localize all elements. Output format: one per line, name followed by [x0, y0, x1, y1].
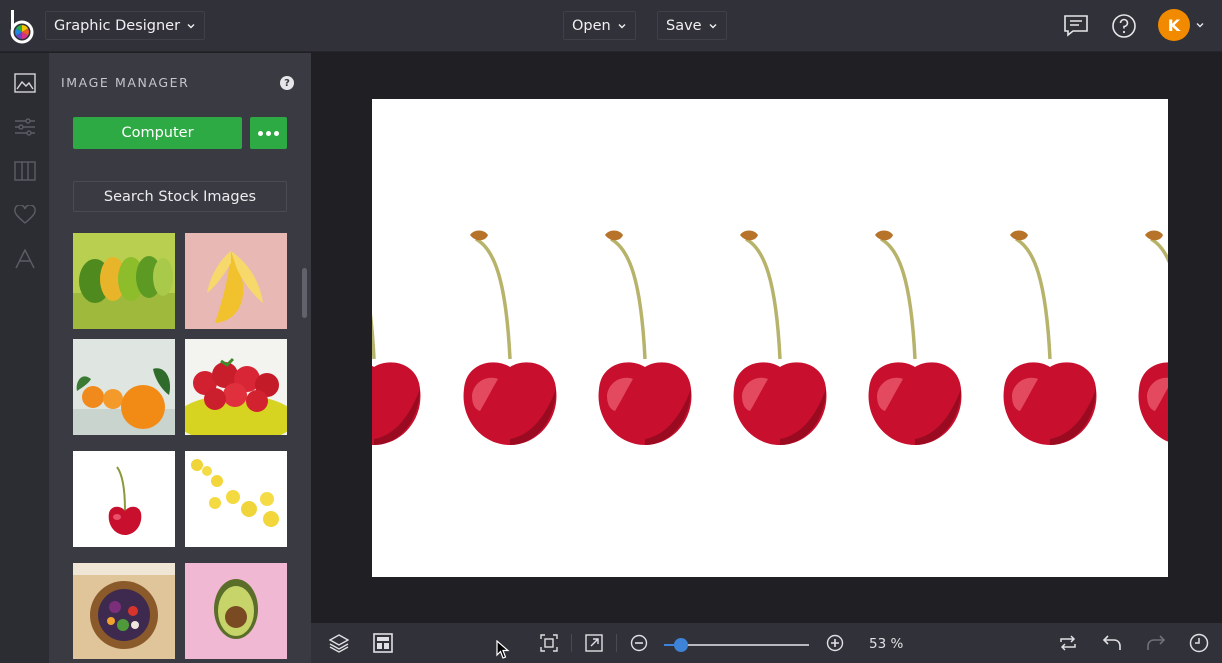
tool-rail: [0, 53, 49, 663]
search-stock-images-button[interactable]: Search Stock Images: [73, 181, 287, 212]
open-button[interactable]: Open: [563, 11, 636, 40]
design-canvas[interactable]: [372, 99, 1168, 577]
top-bar: Graphic Designer Open Save K: [0, 0, 1222, 52]
toolbar-divider: [571, 634, 572, 652]
chevron-down-icon: [709, 23, 717, 28]
layers-icon[interactable]: [328, 632, 350, 654]
image-manager-panel: IMAGE MANAGER ? Computer Search Stock Im…: [49, 53, 311, 663]
dot-icon: [258, 130, 263, 136]
panel-title: IMAGE MANAGER: [61, 75, 190, 90]
history-icon[interactable]: [1188, 632, 1210, 654]
thumbnail-oranges[interactable]: [73, 339, 175, 435]
mode-select[interactable]: Graphic Designer: [45, 11, 206, 40]
thumbnail-banana[interactable]: [185, 233, 287, 329]
app-logo[interactable]: [7, 8, 37, 44]
avatar-initial: K: [1167, 15, 1181, 35]
redo-icon[interactable]: [1145, 632, 1167, 654]
thumbnail-lemons[interactable]: [185, 451, 287, 547]
rail-item-graphics[interactable]: [0, 193, 49, 237]
rail-item-image-manager[interactable]: [0, 61, 49, 105]
thumbnail-strawberries[interactable]: [185, 339, 287, 435]
chevron-down-icon[interactable]: [1195, 20, 1205, 30]
expand-icon[interactable]: [583, 632, 605, 654]
columns-icon: [13, 161, 36, 181]
open-button-label: Open: [572, 17, 611, 34]
dot-icon: [266, 130, 271, 136]
chat-icon[interactable]: [1061, 11, 1091, 41]
help-icon[interactable]: [1109, 11, 1139, 41]
rail-item-adjust[interactable]: [0, 105, 49, 149]
bottom-toolbar: 53 %: [311, 623, 1222, 663]
computer-button-label: Computer: [121, 125, 194, 141]
cherry-graphic: [866, 228, 964, 447]
thumbnail-limes[interactable]: [73, 233, 175, 329]
cherry-pattern: [372, 228, 1168, 447]
undo-icon[interactable]: [1101, 632, 1123, 654]
cherry-graphic: [1001, 228, 1099, 447]
cherry-graphic: [596, 228, 694, 447]
help-badge-label: ?: [284, 77, 290, 89]
zoom-percentage: 53 %: [869, 636, 904, 652]
thumbnail-salad-bowl[interactable]: [73, 563, 175, 659]
question-icon[interactable]: ?: [280, 76, 294, 90]
sliders-icon: [14, 118, 35, 136]
cherry-graphic: [731, 228, 829, 447]
zoom-in-icon[interactable]: [824, 632, 846, 654]
panel-scrollbar[interactable]: [302, 268, 307, 318]
thumbnail-avocado[interactable]: [185, 563, 287, 659]
more-sources-button[interactable]: [250, 117, 287, 149]
text-icon: [14, 249, 35, 269]
cherry-graphic: [1136, 228, 1168, 447]
template-layout-icon[interactable]: [372, 632, 394, 654]
dot-icon: [274, 130, 279, 136]
toolbar-divider: [616, 634, 617, 652]
thumbnail-cherry[interactable]: [73, 451, 175, 547]
search-stock-label: Search Stock Images: [103, 188, 257, 205]
rail-item-layouts[interactable]: [0, 149, 49, 193]
fit-to-screen-icon[interactable]: [538, 632, 560, 654]
cherry-graphic: [372, 228, 423, 447]
mode-select-label: Graphic Designer: [54, 17, 181, 34]
rail-item-text[interactable]: [0, 237, 49, 281]
chevron-down-icon: [618, 23, 626, 28]
repeat-icon[interactable]: [1057, 632, 1079, 654]
mouse-cursor-icon: [496, 640, 510, 659]
zoom-slider-handle[interactable]: [674, 638, 689, 652]
cherry-graphic: [461, 228, 559, 447]
upload-from-computer-button[interactable]: Computer: [73, 117, 242, 149]
save-button-label: Save: [666, 17, 702, 34]
image-icon: [13, 73, 36, 93]
heart-icon: [13, 205, 36, 224]
save-button[interactable]: Save: [657, 11, 727, 40]
workspace: [311, 53, 1222, 623]
user-avatar[interactable]: K: [1158, 9, 1190, 41]
zoom-out-icon[interactable]: [628, 632, 650, 654]
chevron-down-icon: [187, 23, 195, 28]
